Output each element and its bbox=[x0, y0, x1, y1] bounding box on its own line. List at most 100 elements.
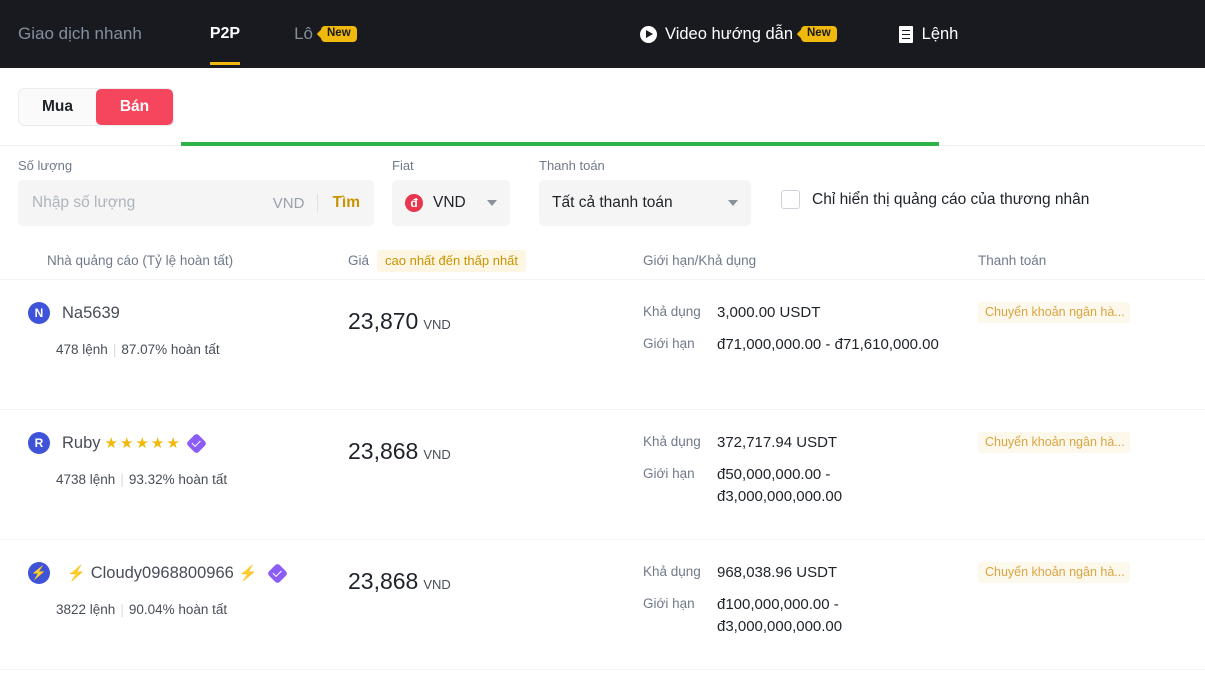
header-limit-available: Giới hạn/Khả dụng bbox=[643, 253, 757, 268]
fiat-filter-group: Fiat đ VND bbox=[392, 158, 510, 226]
limit-available-cell: Khả dụng 968,038.96 USDT Giới hạn đ100,0… bbox=[643, 562, 978, 669]
payment-method-tag: Chuyển khoản ngân hà... bbox=[978, 562, 1130, 583]
orders-label: Lệnh bbox=[921, 24, 959, 43]
advertiser-cell: ⚡ ⚡ Cloudy0968800966 ⚡ 3822 lệnh | 90.04% … bbox=[18, 562, 348, 669]
price-cell: 23,868 VND bbox=[348, 432, 643, 539]
star-icon: ★ bbox=[104, 435, 118, 452]
video-guide-new-badge: New bbox=[801, 25, 837, 43]
advertiser-stats: 3822 lệnh | 90.04% hoàn tất bbox=[56, 602, 228, 617]
play-circle-icon bbox=[640, 25, 657, 43]
chevron-down-icon bbox=[728, 200, 738, 206]
price-value: 23,870 bbox=[348, 308, 419, 334]
limit-row: Giới hạn đ100,000,000.00 - đ3,000,000,00… bbox=[643, 594, 978, 639]
merchant-only-checkbox-row[interactable]: Chỉ hiển thị quảng cáo của thương nhân bbox=[781, 190, 1089, 209]
buy-button[interactable]: Mua bbox=[19, 89, 96, 125]
header-advertiser: Nhà quảng cáo (Tỷ lệ hoàn tất) bbox=[47, 253, 234, 268]
nav-item-quick-trade[interactable]: Giao dịch nhanh bbox=[18, 24, 142, 44]
limit-label: Giới hạn bbox=[643, 465, 695, 481]
verified-badge-icon bbox=[266, 562, 288, 584]
available-row: Khả dụng 372,717.94 USDT bbox=[643, 432, 978, 455]
limit-available-cell: Khả dụng 3,000.00 USDT Giới hạn đ71,000,… bbox=[643, 302, 978, 409]
fiat-select[interactable]: đ VND bbox=[392, 180, 510, 226]
available-value: 372,717.94 USDT bbox=[717, 434, 838, 451]
advertiser-completion-rate: 90.04% hoàn tất bbox=[128, 602, 228, 617]
header-payment: Thanh toán bbox=[978, 253, 1047, 268]
limit-row: Giới hạn đ71,000,000.00 - đ71,610,000.00 bbox=[643, 334, 978, 357]
advertiser-name-line: N Na5639 bbox=[28, 302, 348, 324]
advertiser-cell: N Na5639 478 lệnh | 87.07% hoàn tất bbox=[18, 302, 348, 409]
advertiser-order-count: 3822 lệnh bbox=[56, 602, 116, 617]
avatar: ⚡ bbox=[28, 562, 50, 584]
payment-select[interactable]: Tất cả thanh toán bbox=[539, 180, 751, 226]
payment-cell: Chuyển khoản ngân hà... bbox=[978, 432, 1187, 539]
advertiser-stats: 478 lệnh | 87.07% hoàn tất bbox=[56, 342, 220, 357]
advertiser-order-count: 4738 lệnh bbox=[56, 472, 116, 487]
chevron-down-icon bbox=[487, 200, 497, 206]
advertiser-name[interactable]: Na5639 bbox=[62, 304, 120, 323]
document-icon bbox=[898, 25, 913, 43]
price-value-group: 23,870 VND bbox=[348, 308, 643, 335]
advertiser-name-line: R Ruby ★ ★ ★ ★ ★ bbox=[28, 432, 348, 454]
table-row[interactable]: N Na5639 478 lệnh | 87.07% hoàn tất 23,870… bbox=[0, 280, 1205, 410]
bolt-icon: ⚡ bbox=[67, 565, 86, 582]
limit-value: đ100,000,000.00 - đ3,000,000,000.00 bbox=[717, 595, 843, 636]
price-currency: VND bbox=[423, 447, 451, 462]
payment-cell: Chuyển khoản ngân hà... bbox=[978, 562, 1187, 669]
price-sort-chip[interactable]: cao nhất đến thấp nhất bbox=[377, 249, 527, 272]
advertiser-stats: 4738 lệnh | 93.32% hoàn tất bbox=[56, 472, 228, 487]
available-label: Khả dụng bbox=[643, 434, 701, 449]
advertiser-name[interactable]: Cloudy0968800966 bbox=[91, 564, 234, 583]
fiat-selected-value: VND bbox=[433, 194, 466, 211]
orders-link[interactable]: Lệnh bbox=[898, 24, 959, 44]
top-navigation-bar: Giao dịch nhanh P2P Lô New Video hướng d… bbox=[0, 0, 1205, 68]
top-nav-left-group: Giao dịch nhanh P2P Lô New bbox=[0, 24, 357, 65]
nav-item-block-label: Lô bbox=[294, 24, 313, 43]
avatar: R bbox=[28, 432, 50, 454]
limit-value: đ71,000,000.00 - đ71,610,000.00 bbox=[717, 335, 939, 353]
limit-available-cell: Khả dụng 372,717.94 USDT Giới hạn đ50,00… bbox=[643, 432, 978, 539]
nav-item-quick-trade-label: Giao dịch nhanh bbox=[18, 24, 142, 43]
amount-field[interactable]: VND Tìm bbox=[18, 180, 374, 226]
offers-table-header: Nhà quảng cáo (Tỷ lệ hoàn tất) Giá cao n… bbox=[0, 242, 1205, 280]
price-value: 23,868 bbox=[348, 568, 419, 594]
video-guide-label: Video hướng dẫn bbox=[665, 24, 793, 43]
top-nav-right-group: Video hướng dẫn New Lệnh bbox=[640, 25, 958, 44]
verified-badge-icon bbox=[185, 432, 207, 454]
header-price-group: Giá cao nhất đến thấp nhất bbox=[348, 249, 643, 272]
price-value: 23,868 bbox=[348, 438, 419, 464]
advertiser-completion-rate: 87.07% hoàn tất bbox=[121, 342, 220, 357]
available-value: 968,038.96 USDT bbox=[717, 564, 838, 581]
nav-item-p2p-label: P2P bbox=[209, 25, 241, 42]
advertiser-name[interactable]: Ruby bbox=[62, 434, 101, 453]
limit-label: Giới hạn bbox=[643, 595, 695, 611]
vnd-currency-icon: đ bbox=[405, 194, 423, 212]
available-row: Khả dụng 968,038.96 USDT bbox=[643, 562, 978, 585]
available-row: Khả dụng 3,000.00 USDT bbox=[643, 302, 978, 325]
trade-side-and-coin-bar: Mua Bán USDT BTC BUSD BNB ETH C98 XRP AD… bbox=[0, 68, 1205, 221]
table-row[interactable]: ⚡ ⚡ Cloudy0968800966 ⚡ 3822 lệnh | 90.04% … bbox=[0, 540, 1205, 670]
amount-input[interactable] bbox=[32, 194, 273, 212]
price-value-group: 23,868 VND bbox=[348, 438, 643, 465]
payment-method-tag: Chuyển khoản ngân hà... bbox=[978, 432, 1130, 453]
merchant-only-checkbox[interactable] bbox=[781, 190, 800, 209]
rating-stars: ★ ★ ★ ★ ★ bbox=[105, 434, 182, 452]
available-label: Khả dụng bbox=[643, 304, 701, 319]
amount-label: Số lượng bbox=[18, 158, 73, 173]
video-guide-link[interactable]: Video hướng dẫn New bbox=[640, 25, 837, 44]
advertiser-name-line: ⚡ ⚡ Cloudy0968800966 ⚡ bbox=[28, 562, 348, 584]
available-value: 3,000.00 USDT bbox=[717, 304, 821, 321]
merchant-only-label: Chỉ hiển thị quảng cáo của thương nhân bbox=[812, 190, 1090, 208]
table-row[interactable]: R Ruby ★ ★ ★ ★ ★ 4738 lệnh | 93.32% hoàn t… bbox=[0, 410, 1205, 540]
available-label: Khả dụng bbox=[643, 564, 701, 579]
avatar: N bbox=[28, 302, 50, 324]
nav-item-block[interactable]: Lô New bbox=[294, 24, 357, 44]
sell-button[interactable]: Bán bbox=[96, 88, 173, 125]
star-icon: ★ bbox=[119, 435, 134, 452]
price-value-group: 23,868 VND bbox=[348, 568, 643, 595]
star-icon: ★ bbox=[150, 435, 165, 452]
amount-filter-group: Số lượng VND Tìm bbox=[18, 158, 374, 226]
amount-search-button[interactable]: Tìm bbox=[318, 194, 360, 212]
nav-item-p2p[interactable]: P2P bbox=[209, 25, 241, 65]
price-cell: 23,868 VND bbox=[348, 562, 643, 669]
limit-row: Giới hạn đ50,000,000.00 - đ3,000,000,000… bbox=[643, 464, 978, 509]
